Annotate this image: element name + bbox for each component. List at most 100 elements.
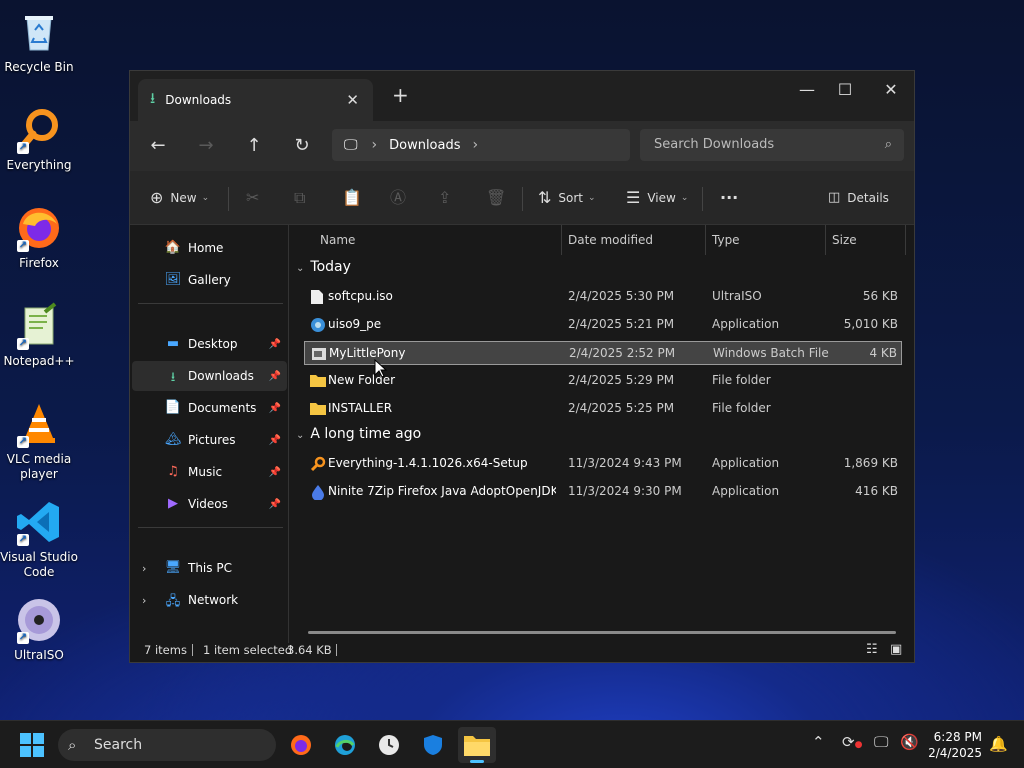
sidebar-item-videos[interactable]: ▶ Videos 📌 bbox=[132, 489, 287, 519]
chevron-right-icon: › bbox=[371, 137, 378, 153]
divider bbox=[138, 527, 283, 528]
address-bar[interactable]: 🖵 › Downloads › bbox=[332, 129, 630, 161]
file-type: Application bbox=[712, 317, 780, 331]
new-tab-button[interactable]: + bbox=[392, 83, 409, 107]
sidebar-item-label: Videos bbox=[188, 497, 228, 511]
sidebar-item-music[interactable]: ♫ Music 📌 bbox=[132, 457, 287, 487]
new-label: New bbox=[170, 191, 197, 205]
tiles-view-icon[interactable]: ▣ bbox=[890, 638, 902, 662]
chevron-right-icon[interactable]: › bbox=[473, 137, 479, 153]
desktop-icon-label: Recycle Bin bbox=[4, 60, 74, 74]
divider bbox=[336, 644, 337, 656]
taskbar: ⌕ Search ⌃ ⟳● 🖵 🔇 6:28 PM 2/4/2025 🔔 bbox=[0, 720, 1024, 768]
taskbar-clock-app[interactable] bbox=[370, 727, 408, 763]
pin-icon[interactable]: 📌 bbox=[269, 467, 281, 478]
tab-title: Downloads bbox=[165, 93, 232, 107]
rename-button[interactable]: Ⓐ bbox=[390, 185, 413, 211]
shortcut-arrow-icon: ↗ bbox=[17, 632, 29, 644]
maximize-button[interactable]: ☐ bbox=[822, 75, 868, 105]
sync-icon[interactable]: ⟳● bbox=[842, 733, 862, 751]
network-status-icon[interactable]: 🖵 bbox=[874, 733, 888, 751]
sidebar-item-pictures[interactable]: 🏔 Pictures 📌 bbox=[132, 425, 287, 455]
desktop-icon-recycle-bin[interactable]: Recycle Bin bbox=[0, 8, 78, 75]
pin-icon[interactable]: 📌 bbox=[269, 403, 281, 414]
taskbar-edge[interactable] bbox=[326, 727, 364, 763]
chevron-right-icon[interactable]: › bbox=[142, 594, 146, 607]
sort-label: Sort bbox=[558, 191, 584, 205]
refresh-button[interactable]: ↻ bbox=[288, 133, 316, 159]
file-row[interactable]: softcpu.iso 2/4/2025 5:30 PM UltraISO 56… bbox=[304, 285, 902, 309]
firefox-icon bbox=[291, 735, 311, 755]
desktop-icon-everything[interactable]: ↗ Everything bbox=[0, 106, 78, 173]
start-button[interactable] bbox=[20, 733, 44, 757]
taskbar-search[interactable]: ⌕ Search bbox=[58, 729, 276, 761]
view-button[interactable]: ☰ View ⌄ bbox=[626, 185, 688, 211]
taskbar-file-explorer[interactable] bbox=[458, 727, 496, 763]
column-header-date[interactable]: Date modified bbox=[562, 225, 706, 255]
new-button[interactable]: ⊕ New ⌄ bbox=[150, 185, 209, 211]
more-options-button[interactable]: ··· bbox=[720, 185, 738, 211]
desktop-icon-label: Firefox bbox=[19, 256, 59, 270]
sidebar-item-network[interactable]: › 🖧 Network bbox=[132, 585, 287, 615]
file-row[interactable]: New Folder 2/4/2025 5:29 PM File folder bbox=[304, 369, 902, 393]
close-window-button[interactable]: ✕ bbox=[868, 75, 914, 105]
chevron-down-icon: ⌄ bbox=[588, 193, 596, 203]
paste-button[interactable]: 📋 bbox=[342, 185, 369, 211]
show-hidden-icons-chevron-icon[interactable]: ⌃ bbox=[812, 733, 825, 751]
sidebar-item-documents[interactable]: 📄 Documents 📌 bbox=[132, 393, 287, 423]
column-header-size[interactable]: Size bbox=[826, 225, 906, 255]
search-input[interactable]: Search Downloads ⌕ bbox=[640, 129, 904, 161]
desktop-icon-firefox[interactable]: ↗ Firefox bbox=[0, 204, 78, 271]
sidebar-item-gallery[interactable]: 🖼 Gallery bbox=[132, 265, 287, 295]
tab-downloads[interactable]: ⭳ Downloads ✕ bbox=[138, 79, 373, 121]
cut-button[interactable]: ✂ bbox=[246, 185, 266, 211]
file-row[interactable]: Ninite 7Zip Firefox Java AdoptOpenJDK x.… bbox=[304, 480, 902, 504]
pin-icon[interactable]: 📌 bbox=[269, 339, 281, 350]
close-tab-icon[interactable]: ✕ bbox=[346, 91, 359, 109]
horizontal-scrollbar[interactable] bbox=[308, 631, 896, 634]
sidebar-item-downloads[interactable]: ⭳ Downloads 📌 bbox=[132, 361, 287, 391]
chevron-right-icon[interactable]: › bbox=[142, 562, 146, 575]
copy-button[interactable]: ⧉ bbox=[294, 185, 312, 211]
system-clock[interactable]: 6:28 PM 2/4/2025 bbox=[928, 729, 982, 761]
up-button[interactable]: ↑ bbox=[240, 133, 268, 159]
back-button[interactable]: ← bbox=[144, 133, 172, 159]
taskbar-firefox[interactable] bbox=[282, 727, 320, 763]
sidebar-item-home[interactable]: 🏠 Home bbox=[132, 233, 287, 263]
details-view-icon[interactable]: ☷ bbox=[866, 638, 878, 662]
desktop-icon-ultraiso[interactable]: ↗ UltraISO bbox=[0, 596, 78, 663]
file-row-selected[interactable]: MyLittlePony 2/4/2025 2:52 PM Windows Ba… bbox=[304, 341, 902, 365]
file-type: File folder bbox=[712, 401, 771, 415]
volume-muted-icon[interactable]: 🔇 bbox=[900, 733, 919, 751]
desktop-icon-vlc[interactable]: ↗ VLC media player bbox=[0, 400, 78, 482]
breadcrumb[interactable]: Downloads bbox=[389, 138, 460, 153]
group-header-today[interactable]: ⌄ Today bbox=[296, 259, 351, 275]
file-size: 1,869 KB bbox=[843, 456, 898, 470]
file-name: softcpu.iso bbox=[328, 289, 393, 303]
delete-button[interactable]: 🗑 bbox=[486, 185, 513, 211]
file-row[interactable]: INSTALLER 2/4/2025 5:25 PM File folder bbox=[304, 397, 902, 421]
forward-button[interactable]: → bbox=[192, 133, 220, 159]
file-row[interactable]: uiso9_pe 2/4/2025 5:21 PM Application 5,… bbox=[304, 313, 902, 337]
sidebar-item-desktop[interactable]: ▬ Desktop 📌 bbox=[132, 329, 287, 359]
file-name: MyLittlePony bbox=[329, 346, 406, 360]
sidebar-item-this-pc[interactable]: › 🖥 This PC bbox=[132, 553, 287, 583]
desktop-icon: ▬ bbox=[166, 336, 180, 351]
column-header-name[interactable]: Name bbox=[314, 225, 562, 255]
pin-icon[interactable]: 📌 bbox=[269, 499, 281, 510]
sort-button[interactable]: ⇅ Sort ⌄ bbox=[538, 185, 596, 211]
taskbar-security[interactable] bbox=[414, 727, 452, 763]
desktop-icon-vscode[interactable]: ↗ Visual Studio Code bbox=[0, 498, 78, 580]
details-pane-button[interactable]: ◫ Details bbox=[828, 185, 889, 211]
details-pane-icon: ◫ bbox=[828, 190, 841, 205]
group-header-long-ago[interactable]: ⌄ A long time ago bbox=[296, 426, 421, 442]
sidebar-item-label: Home bbox=[188, 241, 224, 255]
selection-size: 3.64 KB bbox=[287, 643, 332, 657]
column-header-type[interactable]: Type bbox=[706, 225, 826, 255]
desktop-icon-notepadpp[interactable]: ↗ Notepad++ bbox=[0, 302, 78, 369]
pin-icon[interactable]: 📌 bbox=[269, 371, 281, 382]
pin-icon[interactable]: 📌 bbox=[269, 435, 281, 446]
notification-bell-icon[interactable]: 🔔 bbox=[989, 735, 1008, 753]
file-row[interactable]: Everything-1.4.1.1026.x64-Setup 11/3/202… bbox=[304, 452, 902, 476]
share-button[interactable]: ⇪ bbox=[438, 185, 458, 211]
